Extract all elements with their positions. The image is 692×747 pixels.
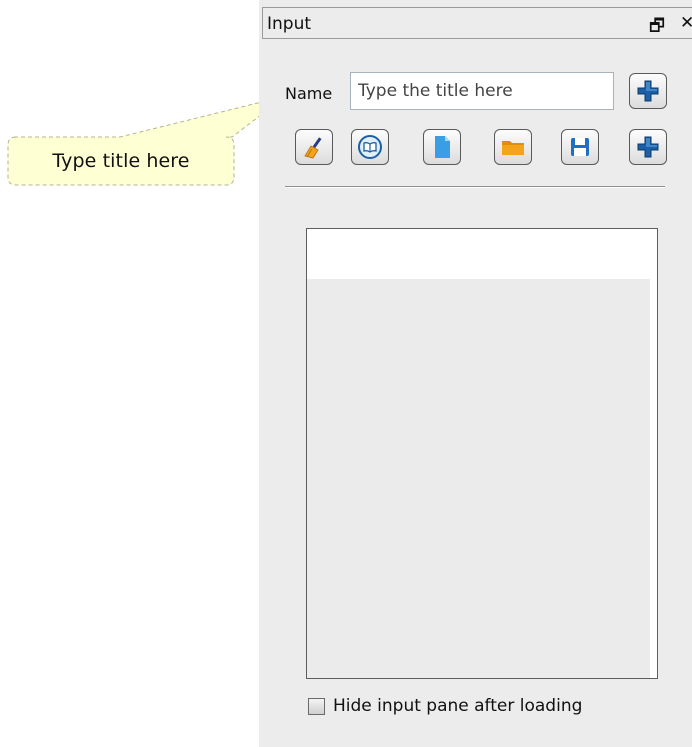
input-list[interactable] [306, 228, 658, 679]
hide-pane-label: Hide input pane after loading [333, 696, 583, 716]
hide-pane-option[interactable]: Hide input pane after loading [308, 696, 582, 716]
new-document-button[interactable] [423, 129, 461, 165]
clear-button[interactable] [295, 129, 333, 165]
add-icon [637, 136, 659, 158]
close-pane-icon[interactable]: ✕ [680, 13, 692, 33]
add-icon [637, 80, 659, 102]
float-pane-icon[interactable]: 🗗 [649, 13, 665, 42]
pane-titlebar[interactable]: Input 🗗 ✕ [262, 7, 692, 39]
add-title-button[interactable] [629, 73, 667, 109]
open-folder-icon [502, 141, 524, 155]
save-button[interactable] [561, 129, 599, 165]
broom-icon [304, 137, 322, 159]
library-button[interactable] [351, 129, 389, 165]
list-scroll-area [650, 229, 657, 678]
pane-title: Input [267, 14, 312, 34]
title-input[interactable] [350, 72, 614, 110]
callout-tooltip: Type title here [52, 150, 190, 172]
toolbar-separator [285, 186, 665, 188]
open-button[interactable] [494, 129, 532, 165]
input-pane: Input 🗗 ✕ Name Type the title here Hide … [259, 0, 692, 747]
book-icon [358, 135, 382, 159]
name-label: Name [285, 84, 333, 103]
add-button[interactable] [629, 129, 667, 165]
list-item[interactable] [307, 229, 657, 279]
new-document-icon [435, 136, 450, 158]
save-icon [571, 138, 589, 156]
hide-pane-checkbox[interactable] [308, 697, 325, 715]
